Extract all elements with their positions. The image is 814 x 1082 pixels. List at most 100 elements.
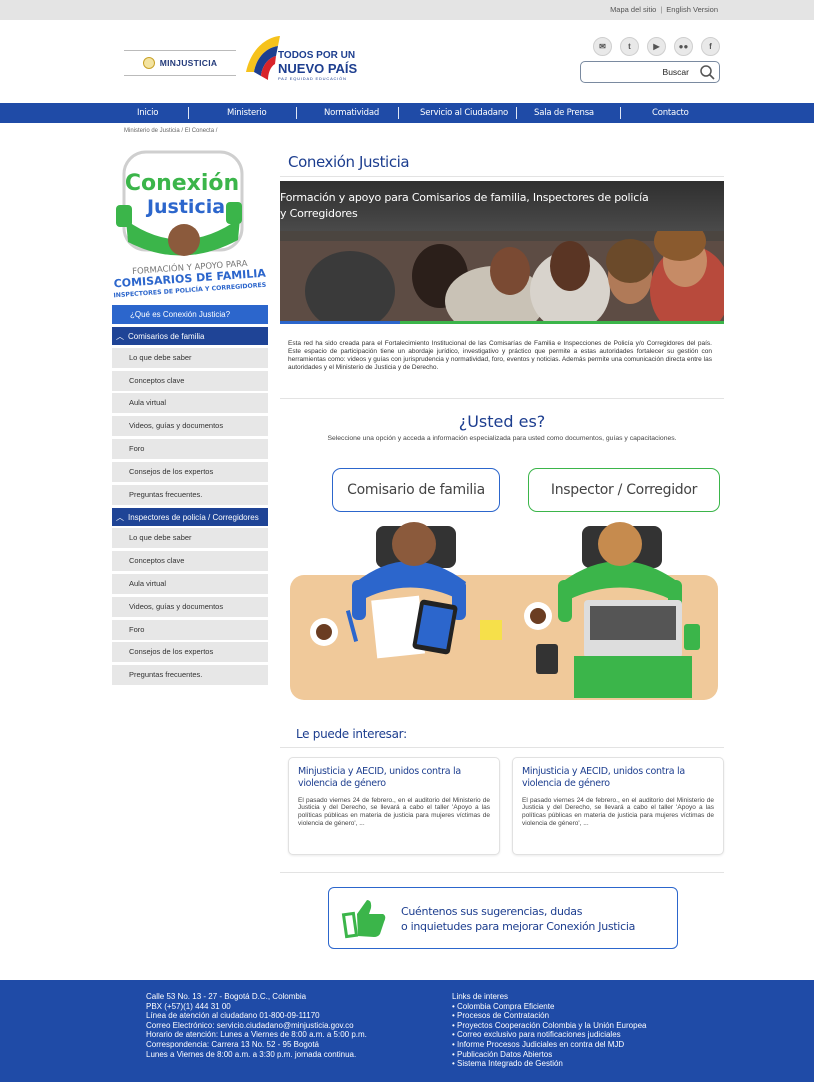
intro-text: Esta red ha sido creada para el Fortalec… [288, 340, 712, 371]
sidebar-item-aula-virtual[interactable]: Aula virtual [112, 573, 268, 594]
footer-link[interactable]: • Sistema Integrado de Gestión [452, 1059, 646, 1069]
question-heading: ¿Usted es? [458, 412, 546, 431]
footer-link[interactable]: • Procesos de Contratación [452, 1011, 646, 1021]
sidebar-group-label: Comisarios de familia [128, 332, 205, 341]
nav-divider [620, 107, 621, 119]
sidebar-item-foro[interactable]: Foro [112, 619, 268, 640]
footer-pbx: PBX (+57)(1) 444 31 00 [146, 1001, 231, 1011]
nav-normatividad[interactable]: Normatividad [324, 108, 379, 118]
logo-title1: Conexión [125, 171, 239, 196]
nav-divider [188, 107, 189, 119]
nav-contacto[interactable]: Contacto [652, 108, 689, 118]
sidebar-item-preguntas[interactable]: Preguntas frecuentes. [112, 484, 268, 505]
section-divider [280, 398, 724, 399]
news-card-body: El pasado viernes 24 de febrero., en el … [522, 796, 714, 828]
nav-sala-prensa[interactable]: Sala de Prensa [534, 108, 594, 118]
banner-heading-line1: Formación y apoyo para Comisarios de fam… [280, 191, 649, 204]
chevron-up-icon: ︿ [116, 332, 124, 341]
minjusticia-logo[interactable]: MINJUSTICIA [124, 50, 236, 76]
thumbs-up-icon [341, 900, 386, 939]
minjusticia-logo-text: MINJUSTICIA [159, 58, 218, 68]
chevron-up-icon: ︿ [116, 512, 124, 522]
desk-illustration [290, 522, 718, 700]
nav-inicio[interactable]: Inicio [137, 108, 158, 118]
news-card-title[interactable]: Minjusticia y AECID, unidos contra la vi… [298, 766, 490, 791]
sidebar-group-inspectores[interactable]: ︿ Inspectores de policía / Corregidores [112, 507, 268, 526]
footer-links-title: Links de interes [452, 992, 509, 1001]
conexion-justicia-logo: Conexión Justicia FORMACIÓN Y APOYO PARA… [113, 150, 267, 299]
inspector-button[interactable]: Inspector / Corregidor [528, 468, 720, 512]
nav-servicio-ciudadano[interactable]: Servicio al Ciudadano [420, 108, 508, 118]
section-divider [280, 872, 724, 873]
title-divider [280, 176, 724, 177]
footer-link[interactable]: • Proyectos Cooperación Colombia y la Un… [452, 1021, 646, 1031]
youtube-icon[interactable]: ▶ [647, 37, 666, 56]
banner-heading: Formación y apoyo para Comisarios de fam… [280, 190, 649, 221]
page-title: Conexión Justicia [288, 153, 410, 171]
search-icon[interactable] [699, 64, 715, 80]
main-nav: Inicio Ministerio Normatividad Servicio … [0, 103, 814, 123]
feedback-button[interactable]: Cuéntenos sus sugerencias, dudas o inqui… [328, 887, 678, 949]
footer-hours: Horario de atención: Lunes a Viernes de … [146, 1030, 367, 1040]
sidebar-item-consejos[interactable]: Consejos de los expertos [112, 461, 268, 482]
gov-slogan-line1: TODOS POR UN [278, 50, 356, 61]
english-version-link[interactable]: English Version [666, 5, 718, 14]
sidebar-item-foro[interactable]: Foro [112, 438, 268, 459]
feedback-line1: Cuéntenos sus sugerencias, dudas [401, 905, 583, 918]
search-label: Buscar [662, 67, 689, 77]
footer-hotline: Línea de atención al ciudadano 01-800-09… [146, 1011, 320, 1021]
sidebar-group-comisarios[interactable]: ︿ Comisarios de familia [112, 327, 268, 345]
footer-link[interactable]: • Informe Procesos Judiciales en contra … [452, 1040, 646, 1050]
sidebar-item-preguntas[interactable]: Preguntas frecuentes. [112, 665, 268, 686]
footer-link[interactable]: • Publicación Datos Abiertos [452, 1050, 646, 1060]
footer-link[interactable]: • Correo exclusivo para notificaciones j… [452, 1030, 646, 1040]
comisario-button[interactable]: Comisario de familia [332, 468, 500, 512]
sidebar-item-consejos[interactable]: Consejos de los expertos [112, 642, 268, 663]
question-subtitle: Seleccione una opción y acceda a informa… [327, 435, 677, 442]
nav-ministerio[interactable]: Ministerio [227, 108, 267, 118]
footer-links: Links de interes • Colombia Compra Efici… [452, 992, 646, 1069]
facebook-icon[interactable]: f [701, 37, 720, 56]
sidebar-item-conceptos-clave[interactable]: Conceptos clave [112, 551, 268, 572]
breadcrumb: Ministerio de Justicia / El Conecta / [124, 128, 218, 134]
nav-divider [516, 107, 517, 119]
banner-heading-line2: y Corregidores [280, 206, 358, 220]
flickr-icon[interactable]: ●● [674, 37, 693, 56]
social-links: ✉ t ▶ ●● f [593, 37, 720, 56]
gov-slogan-line2: NUEVO PAÍS [278, 61, 358, 76]
logo-title2: Justicia [145, 196, 225, 218]
sidebar-item-aula-virtual[interactable]: Aula virtual [112, 393, 268, 414]
hero-banner: Formación y apoyo para Comisarios de fam… [280, 181, 724, 324]
top-links: Mapa del sitio | English Version [610, 5, 718, 14]
news-card[interactable]: Minjusticia y AECID, unidos contra la vi… [512, 757, 724, 855]
feedback-text: Cuéntenos sus sugerencias, dudas o inqui… [401, 905, 635, 935]
footer-address: Calle 53 No. 13 - 27 - Bogotá D.C., Colo… [146, 992, 307, 1001]
sidebar-item-lo-que-debe-saber[interactable]: Lo que debe saber [112, 528, 268, 549]
sitemap-link[interactable]: Mapa del sitio [610, 5, 656, 14]
section-divider [280, 747, 724, 748]
footer-contact: Calle 53 No. 13 - 27 - Bogotá D.C., Colo… [146, 992, 367, 1059]
news-card-body: El pasado viernes 24 de febrero., en el … [298, 796, 490, 828]
news-card-title[interactable]: Minjusticia y AECID, unidos contra la vi… [522, 766, 714, 791]
sidebar-item-videos[interactable]: Videos, guías y documentos [112, 416, 268, 437]
top-links-separator: | [660, 5, 663, 14]
footer-email[interactable]: Correo Electrónico: servicio.ciudadano@m… [146, 1021, 367, 1031]
sidebar-menu: ¿Qué es Conexión Justicia? ︿ Comisarios d… [112, 305, 268, 686]
footer-corr-hours: Lunes a Viernes de 8:00 a.m. a 3:30 p.m.… [146, 1049, 357, 1059]
footer-link[interactable]: • Colombia Compra Eficiente [452, 1002, 646, 1012]
search-input[interactable] [587, 65, 657, 79]
sidebar-item-lo-que-debe-saber[interactable]: Lo que debe saber [112, 347, 268, 368]
footer: Calle 53 No. 13 - 27 - Bogotá D.C., Colo… [0, 980, 814, 1082]
twitter-icon[interactable]: t [620, 37, 639, 56]
search-box: Buscar [580, 61, 720, 83]
sidebar-item-que-es[interactable]: ¿Qué es Conexión Justicia? [112, 305, 268, 324]
sidebar-item-videos[interactable]: Videos, guías y documentos [112, 596, 268, 617]
mail-icon[interactable]: ✉ [593, 37, 612, 56]
top-bar: Mapa del sitio | English Version [0, 0, 814, 20]
gov-slogan-line3: PAZ EQUIDAD EDUCACIÓN [278, 76, 347, 81]
footer-correspondence: Correspondencia: Carrera 13 No. 52 - 95 … [146, 1039, 319, 1049]
sidebar-item-conceptos-clave[interactable]: Conceptos clave [112, 370, 268, 391]
nav-divider [296, 107, 297, 119]
gov-slogan: TODOS POR UN NUEVO PAÍS PAZ EQUIDAD EDUC… [278, 51, 357, 81]
news-card[interactable]: Minjusticia y AECID, unidos contra la vi… [288, 757, 500, 855]
